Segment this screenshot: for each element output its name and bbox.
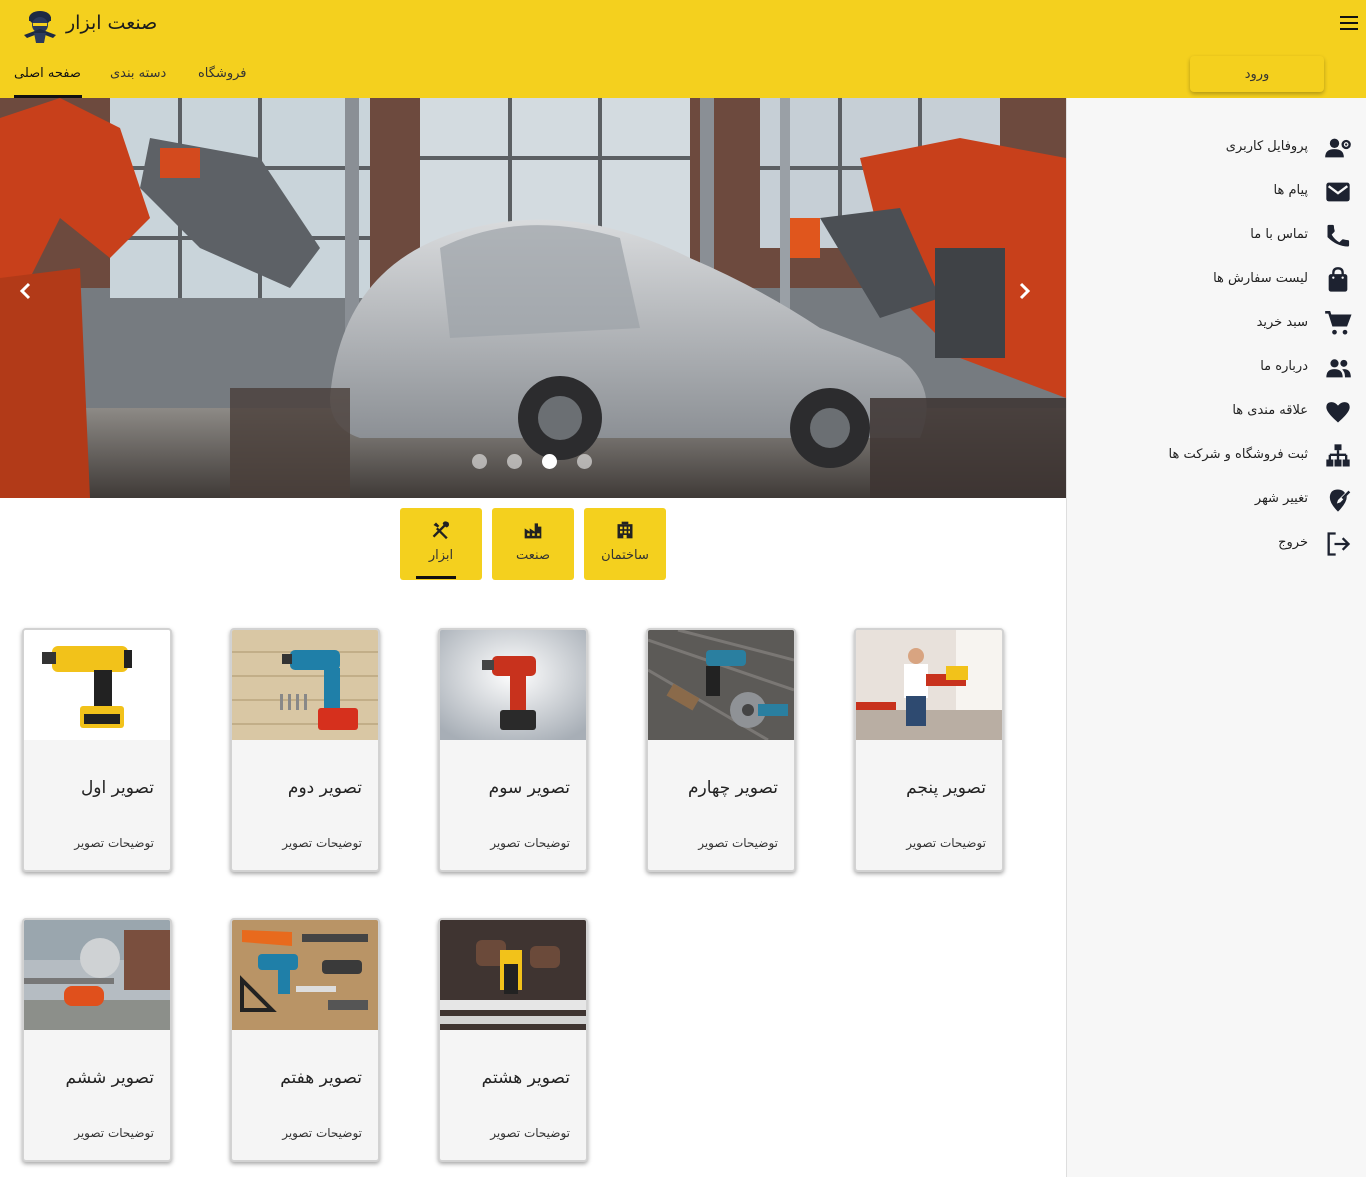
carousel-dot-active[interactable] bbox=[542, 454, 557, 469]
mail-icon bbox=[1326, 182, 1350, 202]
product-card[interactable]: تصویر پنجم توضیحات تصویر bbox=[854, 628, 1004, 872]
card-title: تصویر ششم bbox=[65, 1068, 155, 1088]
menu-icon[interactable] bbox=[1340, 16, 1358, 32]
sidebar-item-logout[interactable]: خروج bbox=[1082, 526, 1352, 562]
card-description: توضیحات تصویر bbox=[74, 1126, 154, 1140]
phone-icon bbox=[1327, 224, 1350, 247]
product-card[interactable]: تصویر هفتم توضیحات تصویر bbox=[230, 918, 380, 1162]
sidebar-item-label: ثبت فروشگاه و شرکت ها bbox=[1168, 447, 1308, 462]
card-title: تصویر پنجم bbox=[906, 778, 986, 798]
people-icon bbox=[1326, 359, 1351, 378]
product-card[interactable]: تصویر هشتم توضیحات تصویر bbox=[438, 918, 588, 1162]
sidebar-item-label: سبد خرید bbox=[1256, 315, 1308, 330]
card-image bbox=[856, 630, 1002, 740]
card-title: تصویر اول bbox=[80, 778, 154, 798]
card-image bbox=[24, 920, 170, 1030]
logo-icon bbox=[24, 11, 56, 43]
carousel-dot[interactable] bbox=[507, 454, 522, 469]
chevron-right-icon bbox=[1019, 282, 1031, 300]
shopping-bag-icon bbox=[1328, 267, 1348, 292]
sidebar-item-label: پروفایل کاربری bbox=[1225, 139, 1308, 154]
card-description: توضیحات تصویر bbox=[282, 836, 362, 850]
sidebar-item-cart[interactable]: سبد خرید bbox=[1082, 306, 1352, 342]
sidebar-item-label: علاقه مندی ها bbox=[1232, 403, 1308, 418]
sidebar-item-favorites[interactable]: علاقه مندی ها bbox=[1082, 394, 1352, 430]
sidebar-item-profile[interactable]: پروفایل کاربری bbox=[1082, 130, 1352, 166]
card-image bbox=[24, 630, 170, 740]
card-title: تصویر سوم bbox=[488, 778, 570, 798]
tab-shop[interactable]: فروشگاه bbox=[198, 66, 247, 81]
category-industry-button[interactable]: صنعت bbox=[492, 508, 574, 580]
card-description: توضیحات تصویر bbox=[490, 836, 570, 850]
card-image bbox=[440, 630, 586, 740]
card-image bbox=[232, 920, 378, 1030]
top-app-bar: صنعت ابزار صفحه اصلی دسته بندی فروشگاه و… bbox=[0, 0, 1366, 98]
factory-icon bbox=[524, 523, 542, 539]
building-icon bbox=[617, 521, 633, 539]
product-card[interactable]: تصویر سوم توضیحات تصویر bbox=[438, 628, 588, 872]
card-description: توضیحات تصویر bbox=[906, 836, 986, 850]
sidebar-item-label: لیست سفارش ها bbox=[1213, 271, 1308, 286]
chevron-left-icon bbox=[19, 282, 31, 300]
sidebar-item-orders[interactable]: لیست سفارش ها bbox=[1082, 262, 1352, 298]
tab-home[interactable]: صفحه اصلی bbox=[14, 66, 81, 81]
carousel-prev-button[interactable] bbox=[18, 282, 48, 312]
category-building-button[interactable]: ساختمان bbox=[584, 508, 666, 580]
sidebar-item-label: تغییر شهر bbox=[1254, 491, 1308, 506]
category-label: ابزار bbox=[428, 548, 454, 563]
category-tools-button[interactable]: ابزار bbox=[400, 508, 482, 580]
hero-carousel bbox=[0, 98, 1066, 498]
carousel-next-button[interactable] bbox=[1018, 282, 1048, 312]
card-description: توضیحات تصویر bbox=[282, 1126, 362, 1140]
carousel-dot[interactable] bbox=[577, 454, 592, 469]
location-edit-icon bbox=[1329, 489, 1351, 512]
product-card[interactable]: تصویر دوم توضیحات تصویر bbox=[230, 628, 380, 872]
brand-title: صنعت ابزار bbox=[66, 12, 158, 34]
logout-icon bbox=[1327, 532, 1351, 556]
sitemap-icon bbox=[1326, 444, 1350, 467]
card-description: توضیحات تصویر bbox=[490, 1126, 570, 1140]
card-image bbox=[648, 630, 794, 740]
carousel-image bbox=[0, 98, 1066, 498]
active-category-indicator bbox=[416, 576, 456, 579]
sidebar-item-label: خروج bbox=[1278, 535, 1308, 550]
tools-icon bbox=[432, 521, 450, 540]
carousel-indicators bbox=[472, 454, 592, 469]
product-card[interactable]: تصویر چهارم توضیحات تصویر bbox=[646, 628, 796, 872]
product-card[interactable]: تصویر اول توضیحات تصویر bbox=[22, 628, 172, 872]
login-button[interactable]: ورود bbox=[1190, 56, 1324, 92]
user-settings-icon bbox=[1325, 138, 1351, 158]
sidebar-item-change-city[interactable]: تغییر شهر bbox=[1082, 482, 1352, 518]
tab-categories[interactable]: دسته بندی bbox=[110, 66, 166, 81]
sidebar-item-about[interactable]: درباره ما bbox=[1082, 350, 1352, 386]
card-title: تصویر هشتم bbox=[481, 1068, 570, 1088]
carousel-dot[interactable] bbox=[472, 454, 487, 469]
card-title: تصویر چهارم bbox=[687, 778, 778, 798]
card-title: تصویر دوم bbox=[287, 778, 362, 798]
category-label: ساختمان bbox=[601, 548, 649, 563]
card-title: تصویر هفتم bbox=[280, 1068, 362, 1088]
card-description: توضیحات تصویر bbox=[74, 836, 154, 850]
sidebar-item-register-store[interactable]: ثبت فروشگاه و شرکت ها bbox=[1082, 438, 1352, 474]
product-card[interactable]: تصویر ششم توضیحات تصویر bbox=[22, 918, 172, 1162]
sidebar-item-label: درباره ما bbox=[1260, 359, 1308, 374]
card-description: توضیحات تصویر bbox=[698, 836, 778, 850]
sidebar-item-contact[interactable]: تماس با ما bbox=[1082, 218, 1352, 254]
sidebar-item-label: تماس با ما bbox=[1250, 227, 1308, 242]
sidebar-item-messages[interactable]: پیام ها bbox=[1082, 174, 1352, 210]
cart-icon bbox=[1325, 311, 1352, 335]
heart-icon bbox=[1326, 402, 1350, 423]
category-label: صنعت bbox=[516, 548, 550, 563]
card-image bbox=[440, 920, 586, 1030]
side-drawer: پروفایل کاربری پیام ها تماس با ما لیست س… bbox=[1066, 98, 1366, 1177]
card-image bbox=[232, 630, 378, 740]
sidebar-item-label: پیام ها bbox=[1273, 183, 1309, 198]
